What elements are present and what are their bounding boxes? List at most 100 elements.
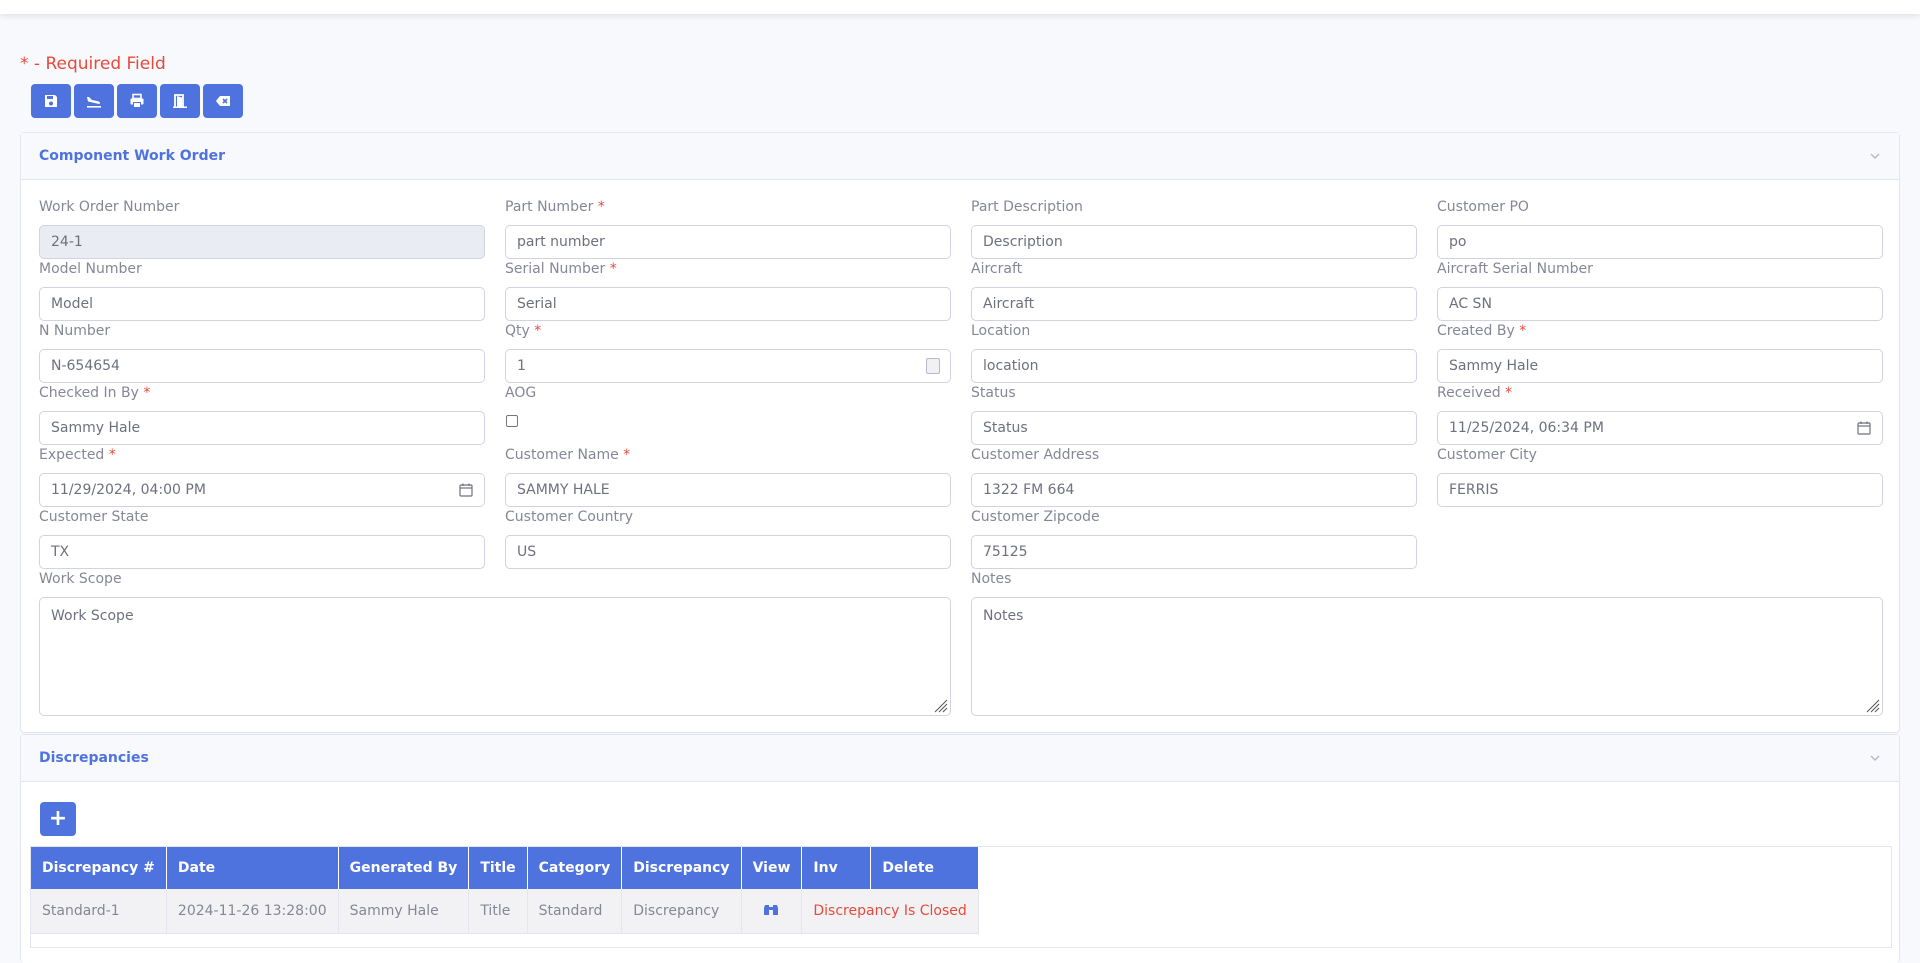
expected-label: Expected * bbox=[39, 447, 116, 463]
aog-label: AOG bbox=[505, 385, 537, 401]
customer-name-input[interactable]: SAMMY HALE bbox=[505, 473, 951, 507]
backspace-icon bbox=[216, 96, 230, 106]
work-scope-label: Work Scope bbox=[39, 571, 122, 587]
col-view[interactable]: View bbox=[741, 847, 803, 889]
work-order-number-input[interactable]: 24-1 bbox=[39, 225, 485, 259]
cell-category: Standard bbox=[527, 889, 623, 934]
part-number-input[interactable]: part number bbox=[505, 225, 951, 259]
customer-zipcode-label: Customer Zipcode bbox=[971, 509, 1100, 525]
expected-input[interactable]: 11/29/2024, 04:00 PM bbox=[39, 473, 485, 507]
col-delete[interactable]: Delete bbox=[870, 847, 979, 889]
col-discrepancy[interactable]: Discrepancy bbox=[621, 847, 742, 889]
model-number-input[interactable]: Model bbox=[39, 287, 485, 321]
received-label: Received * bbox=[1437, 385, 1513, 401]
model-number-label: Model Number bbox=[39, 261, 142, 277]
print-button[interactable] bbox=[117, 84, 157, 118]
customer-po-label: Customer PO bbox=[1437, 199, 1529, 215]
airplane-land-icon bbox=[87, 97, 101, 108]
door-button[interactable] bbox=[160, 84, 200, 118]
serial-number-label: Serial Number * bbox=[505, 261, 617, 277]
qty-value: 1 bbox=[517, 358, 526, 374]
col-discrepancy-number[interactable]: Discrepancy # bbox=[31, 847, 167, 889]
customer-name-label: Customer Name * bbox=[505, 447, 631, 463]
cell-generated-by: Sammy Hale bbox=[338, 889, 470, 934]
customer-address-label: Customer Address bbox=[971, 447, 1100, 463]
chevron-down-icon[interactable] bbox=[1869, 150, 1881, 162]
table-header-row: Discrepancy # Date Generated By Title Ca… bbox=[31, 847, 979, 889]
required-field-note: * - Required Field bbox=[20, 54, 166, 74]
col-title[interactable]: Title bbox=[468, 847, 528, 889]
calendar-icon[interactable] bbox=[459, 483, 473, 497]
part-number-label: Part Number * bbox=[505, 199, 605, 215]
qty-stepper[interactable] bbox=[926, 358, 940, 374]
cell-discrepancy-number: Standard-1 bbox=[31, 889, 167, 934]
print-icon bbox=[130, 93, 144, 108]
card-title: Discrepancies bbox=[39, 750, 149, 766]
n-number-input[interactable]: N-654654 bbox=[39, 349, 485, 383]
col-category[interactable]: Category bbox=[527, 847, 623, 889]
notes-textarea[interactable]: Notes bbox=[971, 597, 1883, 716]
discrepancies-header[interactable]: Discrepancies bbox=[21, 735, 1899, 782]
cell-closed-status: Discrepancy Is Closed bbox=[801, 889, 979, 934]
component-work-order-card: Component Work Order Work Order Number 2… bbox=[20, 132, 1900, 733]
part-description-input[interactable]: Description bbox=[971, 225, 1417, 259]
location-input[interactable]: location bbox=[971, 349, 1417, 383]
save-button[interactable] bbox=[31, 84, 71, 118]
discrepancies-card: Discrepancies + Discrepancy # Date Gener… bbox=[20, 734, 1900, 963]
door-icon bbox=[173, 94, 187, 108]
customer-country-label: Customer Country bbox=[505, 509, 634, 525]
customer-state-input[interactable]: TX bbox=[39, 535, 485, 569]
cell-view bbox=[741, 889, 803, 934]
table-row: Standard-1 2024-11-26 13:28:00 Sammy Hal… bbox=[31, 889, 979, 934]
calendar-icon[interactable] bbox=[1857, 421, 1871, 435]
expected-value: 11/29/2024, 04:00 PM bbox=[51, 482, 206, 498]
aircraft-serial-label: Aircraft Serial Number bbox=[1437, 261, 1593, 277]
top-navbar bbox=[0, 0, 1920, 14]
n-number-label: N Number bbox=[39, 323, 111, 339]
work-scope-placeholder: Work Scope bbox=[51, 608, 134, 624]
status-input[interactable]: Status bbox=[971, 411, 1417, 445]
toolbar bbox=[31, 84, 243, 118]
cell-date: 2024-11-26 13:28:00 bbox=[166, 889, 339, 934]
col-date[interactable]: Date bbox=[166, 847, 339, 889]
resize-handle-icon[interactable] bbox=[1866, 699, 1880, 713]
discrepancies-table-wrapper: Discrepancy # Date Generated By Title Ca… bbox=[30, 846, 1892, 948]
customer-address-input[interactable]: 1322 FM 664 bbox=[971, 473, 1417, 507]
plus-icon: + bbox=[48, 806, 68, 831]
customer-city-input[interactable]: FERRIS bbox=[1437, 473, 1883, 507]
discrepancies-table: Discrepancy # Date Generated By Title Ca… bbox=[31, 847, 979, 934]
checked-in-by-label: Checked In By * bbox=[39, 385, 151, 401]
customer-zipcode-input[interactable]: 75125 bbox=[971, 535, 1417, 569]
customer-po-input[interactable]: po bbox=[1437, 225, 1883, 259]
work-scope-textarea[interactable]: Work Scope bbox=[39, 597, 951, 716]
customer-city-label: Customer City bbox=[1437, 447, 1537, 463]
customer-state-label: Customer State bbox=[39, 509, 149, 525]
qty-label: Qty * bbox=[505, 323, 542, 339]
customer-country-input[interactable]: US bbox=[505, 535, 951, 569]
location-label: Location bbox=[971, 323, 1031, 339]
created-by-input[interactable]: Sammy Hale bbox=[1437, 349, 1883, 383]
resize-handle-icon[interactable] bbox=[934, 699, 948, 713]
work-order-number-label: Work Order Number bbox=[39, 199, 180, 215]
received-value: 11/25/2024, 06:34 PM bbox=[1449, 420, 1604, 436]
serial-number-input[interactable]: Serial bbox=[505, 287, 951, 321]
chevron-down-icon[interactable] bbox=[1869, 752, 1881, 764]
card-title: Component Work Order bbox=[39, 148, 225, 164]
received-input[interactable]: 11/25/2024, 06:34 PM bbox=[1437, 411, 1883, 445]
binoculars-icon[interactable] bbox=[763, 902, 779, 916]
add-discrepancy-button[interactable]: + bbox=[40, 802, 76, 836]
col-generated-by[interactable]: Generated By bbox=[338, 847, 470, 889]
checked-in-by-input[interactable]: Sammy Hale bbox=[39, 411, 485, 445]
aircraft-label: Aircraft bbox=[971, 261, 1023, 277]
aircraft-input[interactable]: Aircraft bbox=[971, 287, 1417, 321]
aircraft-serial-input[interactable]: AC SN bbox=[1437, 287, 1883, 321]
clear-button[interactable] bbox=[203, 84, 243, 118]
qty-input[interactable]: 1 bbox=[505, 349, 951, 383]
col-inv[interactable]: Inv bbox=[801, 847, 872, 889]
created-by-label: Created By * bbox=[1437, 323, 1527, 339]
status-label: Status bbox=[971, 385, 1016, 401]
airplane-land-button[interactable] bbox=[74, 84, 114, 118]
aog-checkbox[interactable] bbox=[506, 415, 518, 427]
component-work-order-header[interactable]: Component Work Order bbox=[21, 133, 1899, 180]
cell-title: Title bbox=[468, 889, 528, 934]
